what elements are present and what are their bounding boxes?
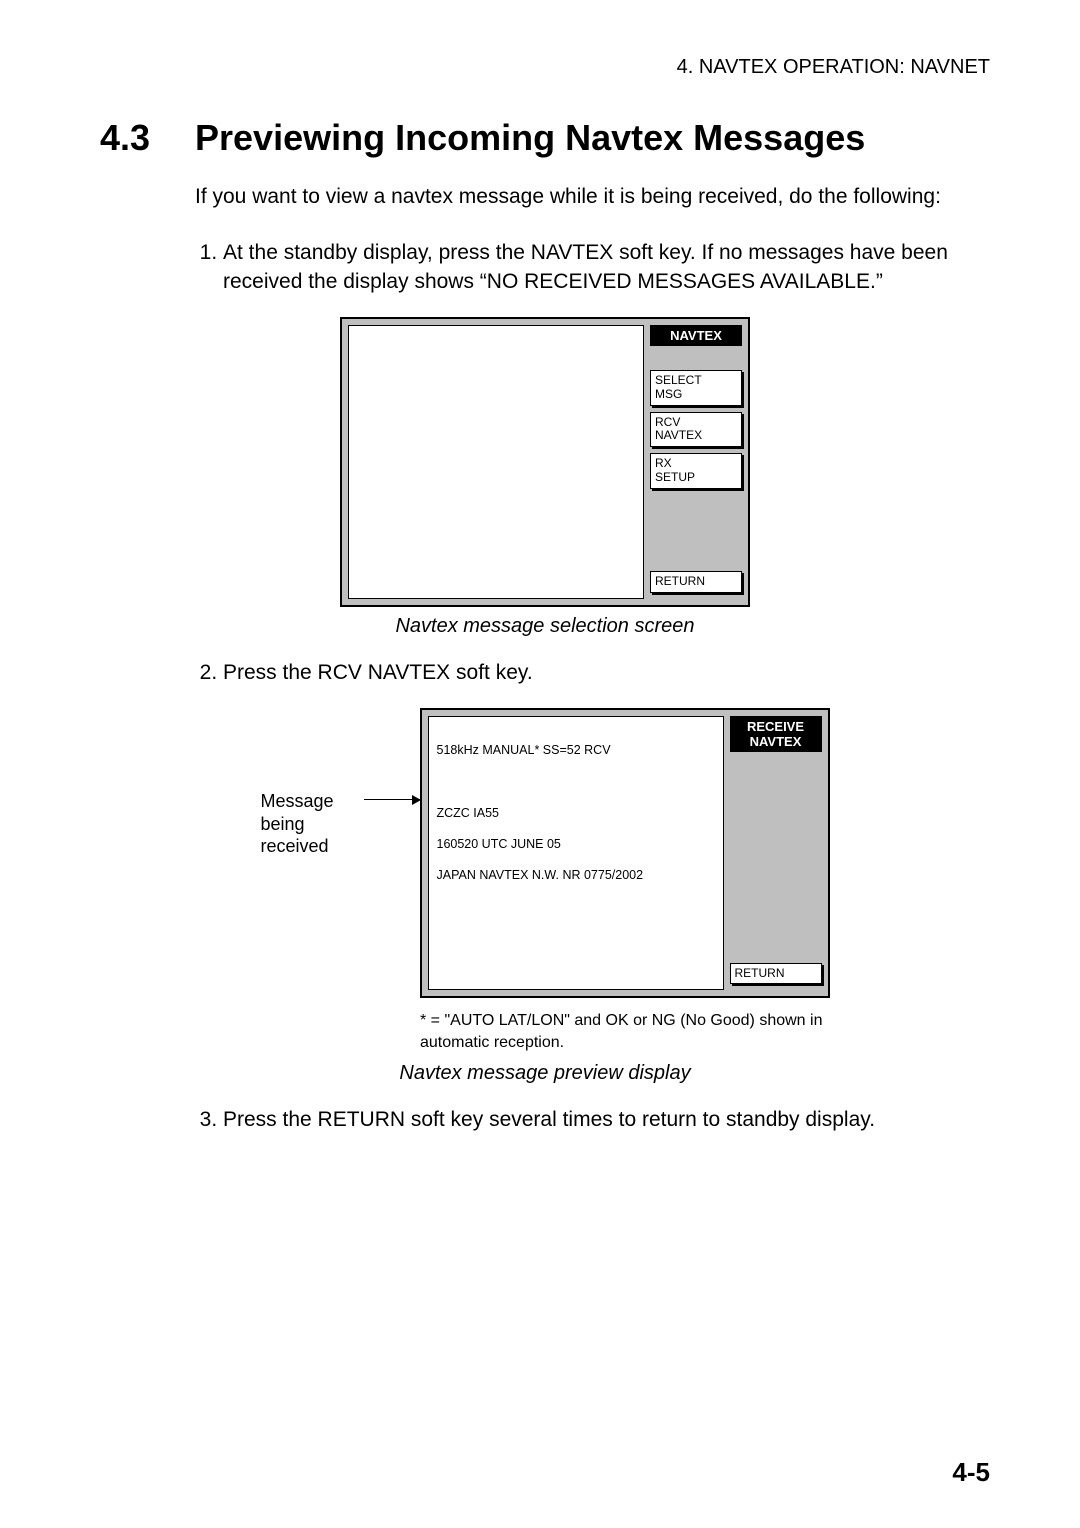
msg-line-2: 160520 UTC JUNE 05: [437, 837, 561, 851]
intro-paragraph: If you want to view a navtex message whi…: [195, 183, 990, 211]
step-1: At the standby display, press the NAVTEX…: [223, 239, 990, 296]
step-list: At the standby display, press the NAVTEX…: [195, 239, 990, 296]
callout-arrow-icon: [364, 799, 420, 801]
chapter-header: 4. NAVTEX OPERATION: NAVNET: [100, 56, 990, 79]
step-list-end: Press the RETURN soft key several times …: [195, 1106, 990, 1134]
navtex-preview-screen: 518kHz MANUAL* SS=52 RCV ZCZC IA55 16052…: [420, 708, 830, 998]
softkey-rcv-navtex[interactable]: RCV NAVTEX: [650, 412, 742, 448]
figure-1-caption: Navtex message selection screen: [100, 615, 990, 638]
step-list-cont: Press the RCV NAVTEX soft key.: [195, 659, 990, 687]
section-heading: 4.3 Previewing Incoming Navtex Messages: [100, 117, 990, 159]
softkey-title: RECEIVE NAVTEX: [730, 716, 822, 752]
msg-line-1: ZCZC IA55: [437, 806, 500, 820]
figure-1-wrap: NAVTEX SELECT MSG RCV NAVTEX RX SETUP RE…: [100, 317, 990, 607]
softkey-column: RECEIVE NAVTEX RETURN: [730, 716, 822, 990]
callout-label: Message being received: [261, 790, 356, 858]
step-2: Press the RCV NAVTEX soft key.: [223, 659, 990, 687]
status-line: 518kHz MANUAL* SS=52 RCV: [437, 743, 611, 757]
softkey-select-msg[interactable]: SELECT MSG: [650, 370, 742, 406]
figure-2-wrap: Message being received 518kHz MANUAL* SS…: [100, 708, 990, 998]
softkey-rx-setup[interactable]: RX SETUP: [650, 453, 742, 489]
msg-line-3: JAPAN NAVTEX N.W. NR 0775/2002: [437, 868, 644, 882]
step-3: Press the RETURN soft key several times …: [223, 1106, 990, 1134]
navtex-selection-screen: NAVTEX SELECT MSG RCV NAVTEX RX SETUP RE…: [340, 317, 750, 607]
section-title: Previewing Incoming Navtex Messages: [195, 117, 865, 159]
softkey-column: NAVTEX SELECT MSG RCV NAVTEX RX SETUP RE…: [650, 325, 742, 599]
page: 4. NAVTEX OPERATION: NAVNET 4.3 Previewi…: [0, 0, 1080, 1528]
figure-2-caption: Navtex message preview display: [100, 1062, 990, 1085]
page-number: 4-5: [952, 1457, 990, 1488]
display-area: [348, 325, 644, 599]
softkey-return[interactable]: RETURN: [730, 963, 822, 985]
softkey-title: NAVTEX: [650, 325, 742, 346]
display-area: 518kHz MANUAL* SS=52 RCV ZCZC IA55 16052…: [428, 716, 724, 990]
figure-2-footnote: * = "AUTO LAT/LON" and OK or NG (No Good…: [420, 1010, 830, 1053]
section-number: 4.3: [100, 117, 195, 159]
softkey-return[interactable]: RETURN: [650, 571, 742, 593]
